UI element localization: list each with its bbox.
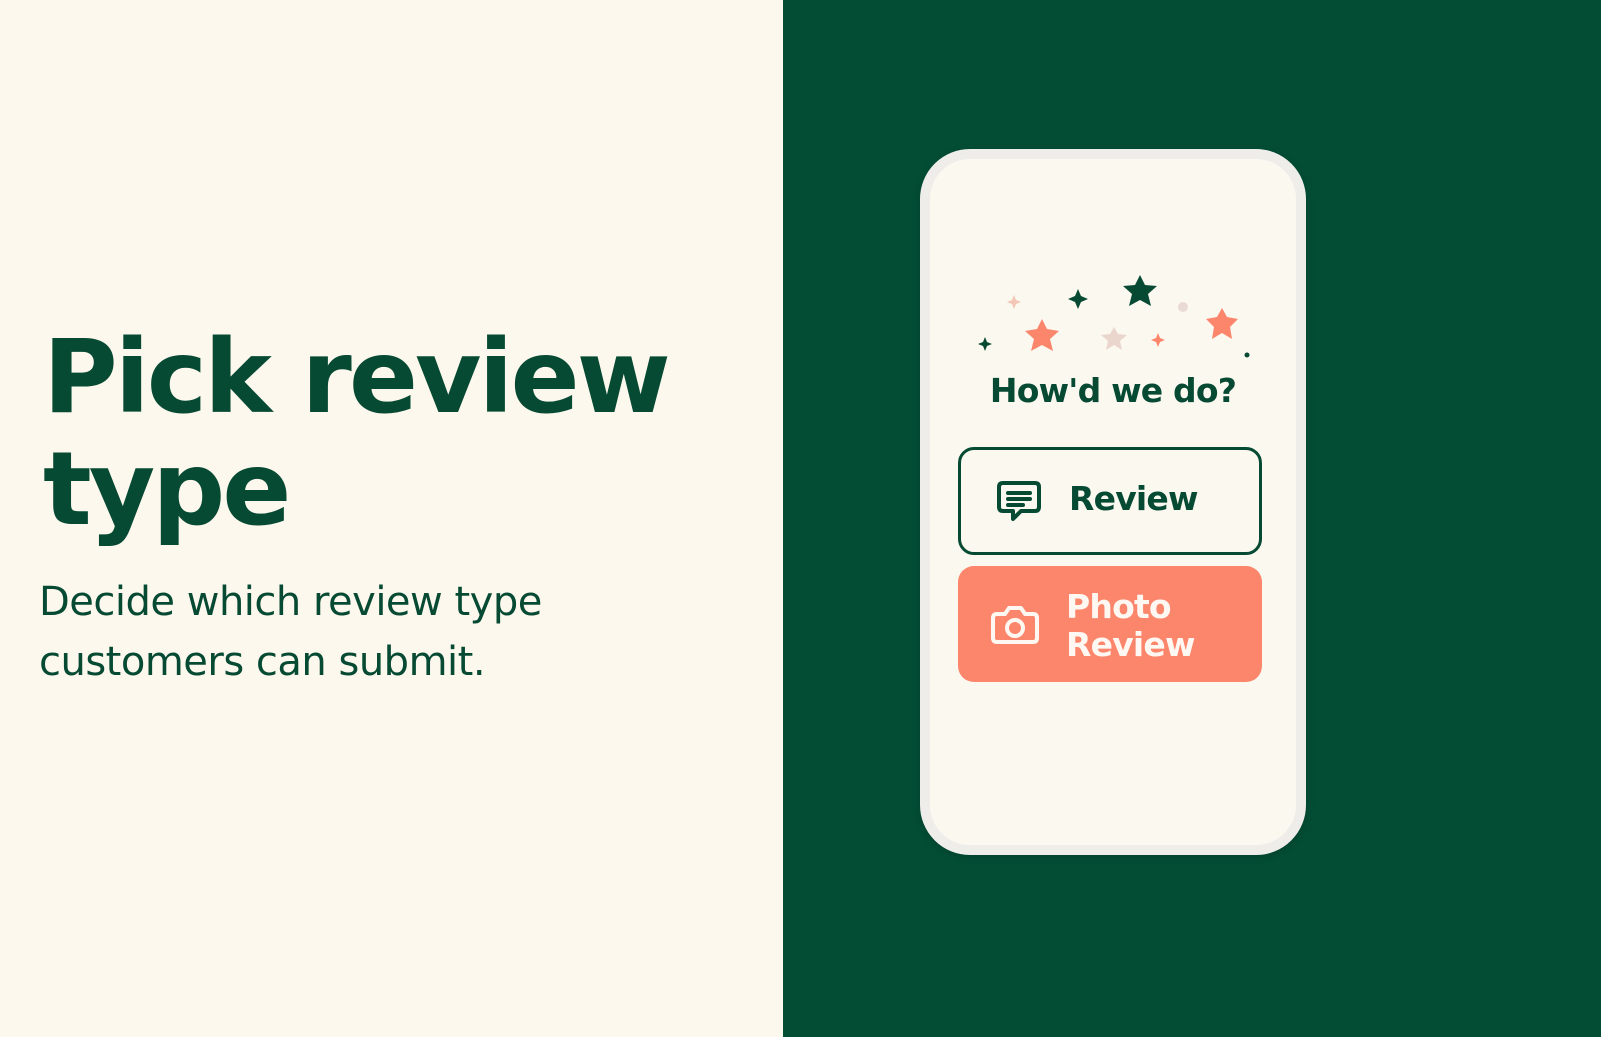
review-type-feature-slide: Pick review type Decide which review typ…: [0, 0, 1601, 1037]
phone-preview-panel: How'd we do? Review Photo Review: [783, 0, 1601, 1037]
star-sparkle-icon: [978, 337, 992, 351]
phone-mockup: How'd we do? Review Photo Review: [920, 149, 1306, 855]
feature-description: Decide which review type customers can s…: [39, 579, 542, 685]
photo-review-button-label: Photo Review: [1066, 587, 1195, 664]
star-icon: [1101, 327, 1127, 350]
dot-icon: [1244, 352, 1250, 358]
review-button-label: Review: [1069, 479, 1198, 518]
speech-bubble-icon: [997, 481, 1041, 521]
star-sparkle-icon: [1068, 289, 1088, 309]
review-sparkles: [978, 275, 1250, 358]
feature-copy-panel: Pick review type Decide which review typ…: [0, 0, 783, 1037]
review-button[interactable]: Review: [958, 447, 1262, 555]
dot-icon: [1178, 302, 1188, 312]
star-icon: [1206, 308, 1238, 339]
camera-icon: [991, 606, 1039, 644]
feature-title: Pick review type: [43, 318, 671, 549]
photo-review-button[interactable]: Photo Review: [958, 566, 1262, 682]
star-sparkle-icon: [1151, 333, 1165, 347]
star-icon: [1025, 319, 1059, 351]
review-question: How'd we do?: [989, 371, 1237, 410]
star-icon: [1123, 275, 1157, 306]
star-sparkle-icon: [1007, 295, 1021, 309]
